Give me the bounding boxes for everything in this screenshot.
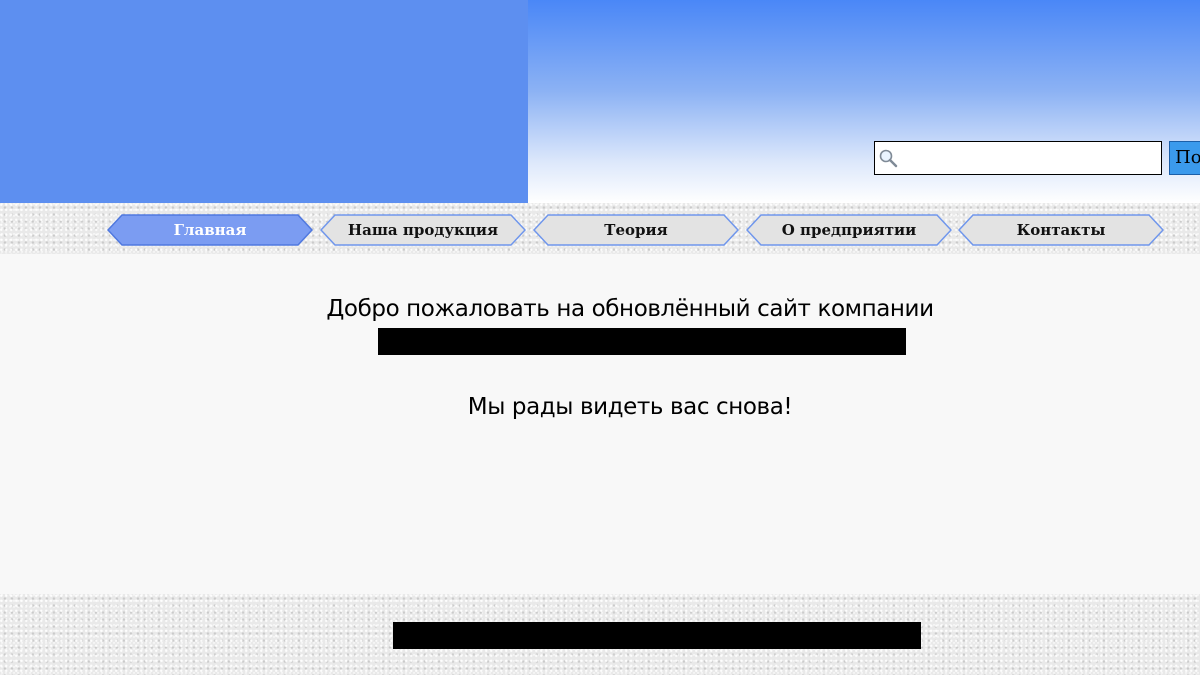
tab-about-label: О предприятии [781, 221, 917, 239]
search-input[interactable] [874, 141, 1162, 175]
redacted-company-name [378, 328, 906, 355]
tab-home[interactable]: Главная [107, 214, 313, 246]
header-banner-image [0, 0, 528, 203]
welcome-tagline: Мы рады видеть вас снова! [467, 394, 793, 420]
redacted-footer-text [393, 622, 921, 649]
tab-products[interactable]: Наша продукция [320, 214, 526, 246]
search-icon [879, 149, 898, 168]
welcome-heading: Добро пожаловать на обновлённый сайт ком… [326, 296, 934, 322]
tab-products-label: Наша продукция [347, 221, 499, 239]
search-button[interactable]: Поиск [1169, 141, 1200, 175]
site-footer [0, 594, 1200, 675]
tab-contacts-label: Контакты [1016, 221, 1106, 239]
tab-theory-label: Теория [604, 221, 668, 239]
tab-about[interactable]: О предприятии [746, 214, 952, 246]
tab-home-label: Главная [173, 221, 247, 239]
tab-theory[interactable]: Теория [533, 214, 739, 246]
tab-contacts[interactable]: Контакты [958, 214, 1164, 246]
